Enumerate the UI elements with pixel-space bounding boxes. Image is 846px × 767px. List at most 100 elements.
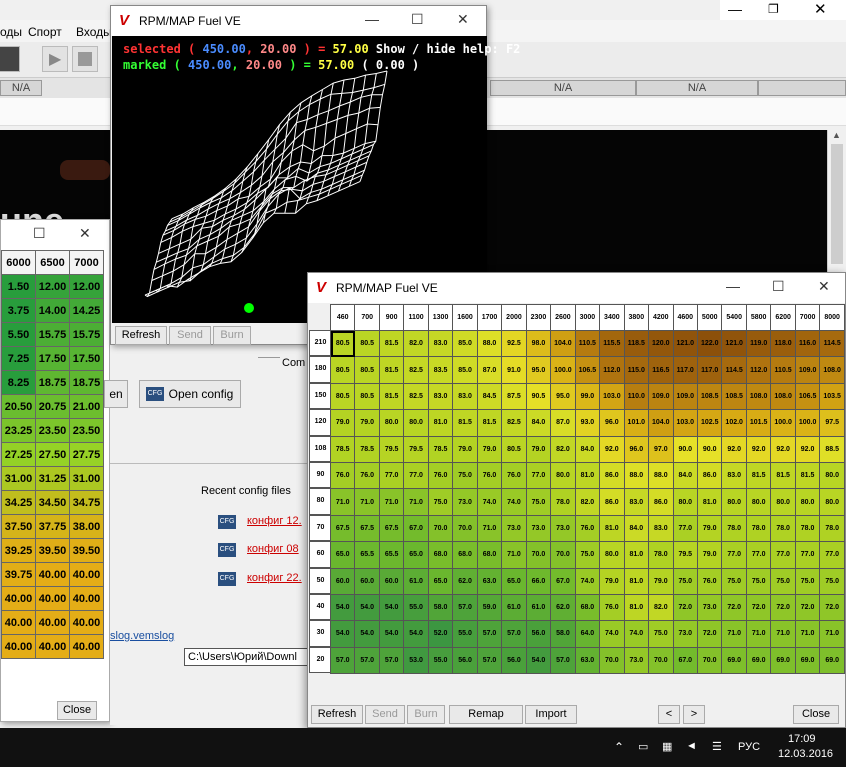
ve-cell[interactable]: 76.0 <box>354 461 380 490</box>
ve-cell[interactable]: 80.5 <box>329 329 356 358</box>
ve-cell[interactable]: 74.0 <box>623 620 650 648</box>
rpm-axis-cell[interactable]: 7000 <box>794 304 821 331</box>
ve-cell[interactable]: 83.5 <box>427 356 454 384</box>
ve-cell[interactable]: 63.0 <box>476 567 503 595</box>
ve-cell[interactable]: 75.0 <box>574 541 601 569</box>
table-cell[interactable]: 20.75 <box>35 394 70 419</box>
table-cell[interactable]: 40.00 <box>69 634 104 659</box>
ve-cell[interactable]: 76.0 <box>501 461 527 490</box>
ve-cell[interactable]: 69.0 <box>721 646 747 675</box>
ve-cell[interactable]: 79.5 <box>403 435 429 463</box>
map-axis-cell[interactable]: 210 <box>309 330 331 357</box>
ve-cell[interactable]: 86.0 <box>599 488 625 516</box>
close-icon[interactable]: ✕ <box>818 278 830 295</box>
ve-cell[interactable]: 81.5 <box>476 409 503 437</box>
ve-cell[interactable]: 80.0 <box>745 488 772 516</box>
ve-cell[interactable]: 101.0 <box>623 409 650 437</box>
rpm-axis-cell[interactable]: 1300 <box>427 304 454 331</box>
rpm-axis-cell[interactable]: 3400 <box>599 304 625 331</box>
ve-cell[interactable]: 69.0 <box>745 646 772 675</box>
ve-cell[interactable]: 55.0 <box>427 646 454 675</box>
ve-cell[interactable]: 59.0 <box>476 593 503 622</box>
ve-cell[interactable]: 62.0 <box>452 567 478 595</box>
rpm-axis-cell[interactable]: 700 <box>354 304 380 331</box>
ve-cell[interactable]: 75.0 <box>794 567 821 595</box>
ve-cell[interactable]: 71.0 <box>794 620 821 648</box>
rpm-axis-cell[interactable]: 2600 <box>550 304 576 331</box>
restore-icon[interactable]: ❐ <box>768 2 779 16</box>
table-cell[interactable]: 37.50 <box>1 514 36 539</box>
ve-cell[interactable]: 79.0 <box>476 435 503 463</box>
ve-cell[interactable]: 108.0 <box>745 382 772 411</box>
ve-cell[interactable]: 78.5 <box>427 435 454 463</box>
clock-time[interactable]: 17:09 <box>788 733 816 745</box>
ve-cell[interactable]: 92.0 <box>745 435 772 463</box>
ve-cell[interactable]: 97.0 <box>648 435 674 463</box>
rpm-axis-cell[interactable]: 4200 <box>648 304 674 331</box>
ve-cell[interactable]: 67.0 <box>672 646 698 675</box>
table-cell[interactable]: 3.75 <box>1 298 36 323</box>
ve-cell[interactable]: 76.0 <box>696 567 723 595</box>
ve-cell[interactable]: 79.0 <box>599 567 625 595</box>
import-button[interactable]: Import <box>525 705 577 724</box>
ve-cell[interactable]: 57.0 <box>501 620 527 648</box>
ve-cell[interactable]: 71.0 <box>476 514 503 543</box>
ve-cell[interactable]: 73.0 <box>501 514 527 543</box>
ve-cell[interactable]: 56.0 <box>452 646 478 675</box>
ve-cell[interactable]: 55.0 <box>452 620 478 648</box>
ve-cell[interactable]: 65.0 <box>403 541 429 569</box>
ve-cell[interactable]: 57.0 <box>476 646 503 675</box>
ve-cell[interactable]: 90.0 <box>672 435 698 463</box>
table-cell[interactable]: 40.00 <box>1 634 36 659</box>
ve-cell[interactable]: 87.0 <box>476 356 503 384</box>
ve-cell[interactable]: 57.0 <box>550 646 576 675</box>
ve-cell[interactable]: 92.0 <box>770 435 796 463</box>
ve-cell[interactable]: 80.0 <box>819 461 845 490</box>
ve-cell[interactable]: 79.0 <box>525 435 552 463</box>
ve-cell[interactable]: 57.0 <box>354 646 380 675</box>
recent-file-link[interactable]: конфиг 12. <box>247 515 302 527</box>
table-cell[interactable]: 23.50 <box>69 418 104 443</box>
ve-cell[interactable]: 77.0 <box>378 461 405 490</box>
ve-cell[interactable]: 101.5 <box>745 409 772 437</box>
ve-cell[interactable]: 72.0 <box>672 593 698 622</box>
ve-cell[interactable]: 92.0 <box>721 435 747 463</box>
table-cell[interactable]: 31.00 <box>69 466 104 491</box>
ve-cell[interactable]: 84.0 <box>623 514 650 543</box>
ve-cell[interactable]: 77.0 <box>819 541 845 569</box>
ve-cell[interactable]: 74.0 <box>476 488 503 516</box>
ve-cell[interactable]: 108.0 <box>819 356 845 384</box>
ve-cell[interactable]: 57.0 <box>329 646 356 675</box>
open-config-button[interactable]: CFG Open config <box>139 380 241 408</box>
table-cell[interactable]: 34.75 <box>69 490 104 515</box>
ve-cell[interactable]: 95.0 <box>550 382 576 411</box>
network-icon[interactable]: ▦ <box>662 740 672 753</box>
rpm-axis-cell[interactable]: 8000 <box>819 304 845 331</box>
ve-cell[interactable]: 72.0 <box>770 593 796 622</box>
table-cell[interactable]: 18.75 <box>69 370 104 395</box>
ve-cell[interactable]: 76.0 <box>599 593 625 622</box>
ve-cell[interactable]: 73.0 <box>525 514 552 543</box>
table-cell[interactable]: 15.75 <box>35 322 70 347</box>
ve-cell[interactable]: 60.0 <box>329 567 356 595</box>
map-axis-cell[interactable]: 120 <box>309 409 331 436</box>
ve-cell[interactable]: 77.0 <box>672 514 698 543</box>
ve-cell[interactable]: 72.0 <box>794 593 821 622</box>
ve-cell[interactable]: 54.0 <box>403 620 429 648</box>
ve-cell[interactable]: 83.0 <box>427 329 454 358</box>
ve-cell[interactable]: 115.5 <box>599 329 625 358</box>
ve-cell[interactable]: 58.0 <box>550 620 576 648</box>
ve-cell[interactable]: 81.0 <box>623 593 650 622</box>
ve-cell[interactable]: 74.0 <box>574 567 601 595</box>
ve-cell[interactable]: 73.0 <box>623 646 650 675</box>
ve-cell[interactable]: 98.0 <box>525 329 552 358</box>
ve-cell[interactable]: 81.5 <box>378 356 405 384</box>
ve-cell[interactable]: 79.0 <box>696 514 723 543</box>
ve-cell[interactable]: 56.0 <box>525 620 552 648</box>
ve-cell[interactable]: 109.0 <box>648 382 674 411</box>
ve-cell[interactable]: 117.0 <box>696 356 723 384</box>
ve-cell[interactable]: 74.0 <box>599 620 625 648</box>
menu-item[interactable]: Спорт <box>28 25 62 39</box>
ve-cell[interactable]: 91.0 <box>501 356 527 384</box>
notifications-icon[interactable]: ☰ <box>712 740 722 753</box>
